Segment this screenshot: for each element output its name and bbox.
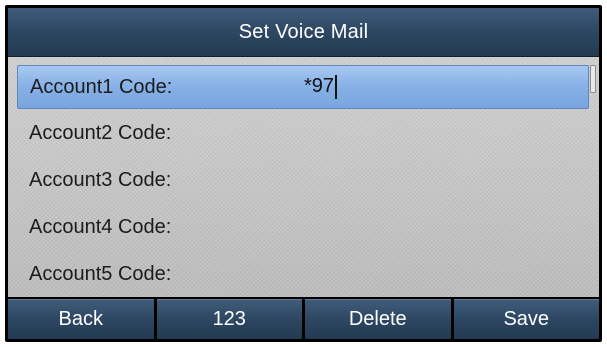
text-cursor — [335, 75, 338, 100]
delete-button[interactable]: Delete — [305, 299, 451, 339]
softkey-bar: Back 123 Delete Save — [8, 299, 599, 339]
account2-code-label: Account2 Code: — [29, 121, 172, 144]
account1-code-label: Account1 Code: — [30, 75, 173, 98]
title-bar: Set Voice Mail — [8, 8, 599, 57]
account3-code-label: Account3 Code: — [29, 168, 172, 191]
account4-code-label: Account4 Code: — [29, 215, 172, 238]
save-button[interactable]: Save — [453, 299, 599, 339]
scrollbar-indicator — [590, 65, 596, 93]
account1-code-input[interactable]: *97 — [304, 74, 338, 100]
back-button[interactable]: Back — [8, 299, 154, 339]
account5-code-label: Account5 Code: — [29, 262, 172, 285]
input-mode-button[interactable]: 123 — [156, 299, 302, 339]
account4-code-row[interactable]: Account4 Code: — [17, 205, 589, 249]
account1-code-value: *97 — [304, 74, 335, 97]
account-code-list: Account1 Code: *97 Account2 Code: Accoun… — [8, 57, 599, 297]
account1-code-row[interactable]: Account1 Code: *97 — [17, 65, 589, 109]
account2-code-row[interactable]: Account2 Code: — [17, 111, 589, 155]
account5-code-row[interactable]: Account5 Code: — [17, 252, 589, 296]
page-title: Set Voice Mail — [238, 20, 369, 43]
account3-code-row[interactable]: Account3 Code: — [17, 158, 589, 202]
phone-screen: Set Voice Mail Account1 Code: *97 Accoun… — [5, 5, 602, 342]
